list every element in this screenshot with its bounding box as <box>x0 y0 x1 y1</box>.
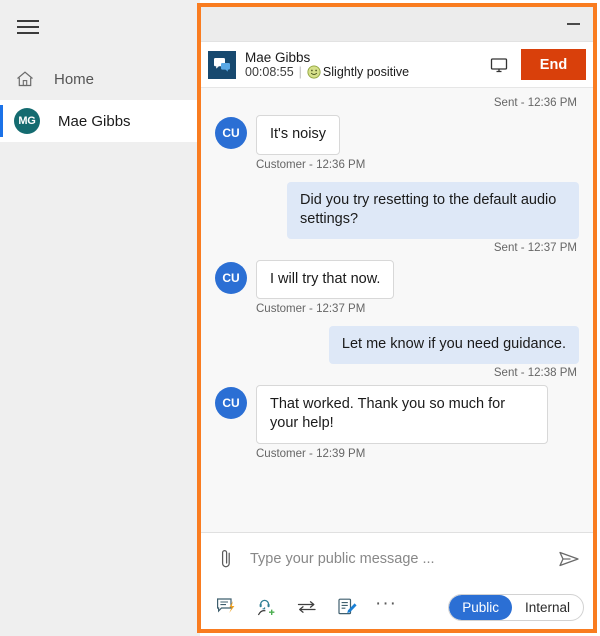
monitor-icon[interactable] <box>477 43 521 87</box>
sentiment-badge: Slightly positive <box>307 65 409 79</box>
quick-replies-icon[interactable] <box>215 595 239 619</box>
message-bubble: Let me know if you need guidance. <box>328 326 579 364</box>
visibility-toggle[interactable]: Public Internal <box>448 593 584 621</box>
home-icon <box>14 68 36 90</box>
header-actions: End <box>477 43 593 87</box>
avatar: CU <box>215 117 247 149</box>
toggle-option-public[interactable]: Public <box>449 594 512 620</box>
chat-panel: Mae Gibbs 00:08:55 | Slightly positive E… <box>197 3 597 633</box>
message-row-incoming: CU It's noisy <box>215 115 579 155</box>
message-bubble: I will try that now. <box>256 259 395 300</box>
avatar: MG <box>14 108 40 134</box>
composer: ··· Public Internal <box>201 532 593 629</box>
divider: | <box>298 65 302 80</box>
message-timestamp: Customer - 12:37 PM <box>256 303 366 316</box>
chat-bubbles-icon <box>208 50 236 79</box>
message-bubble: It's noisy <box>256 115 340 155</box>
paperclip-icon[interactable] <box>212 545 240 573</box>
conversation-timer: 00:08:55 <box>245 65 294 80</box>
more-options-icon[interactable]: ··· <box>375 594 397 615</box>
message-timestamp: Sent - 12:38 PM <box>493 366 577 379</box>
send-icon[interactable] <box>555 545 583 573</box>
message-timestamp: Sent - 12:37 PM <box>493 241 577 254</box>
minimize-icon[interactable] <box>553 7 593 41</box>
notes-icon[interactable] <box>335 595 359 619</box>
transfer-icon[interactable] <box>295 595 319 619</box>
sidebar-item-label: Home <box>54 70 95 88</box>
message-row-incoming: CU That worked. Thank you so much for yo… <box>215 384 579 444</box>
sidebar-item-label: Mae Gibbs <box>58 112 131 130</box>
message-row-outgoing: Let me know if you need guidance. <box>215 326 579 364</box>
avatar: CU <box>215 261 247 294</box>
customer-name: Mae Gibbs <box>245 49 311 65</box>
sidebar-item-home[interactable]: Home <box>0 58 200 100</box>
message-bubble: That worked. Thank you so much for your … <box>256 384 548 444</box>
sentiment-label: Slightly positive <box>322 65 410 80</box>
message-timestamp: Customer - 12:36 PM <box>256 158 366 171</box>
message-timestamp: Customer - 12:39 PM <box>256 447 366 460</box>
message-bubble: Did you try resetting to the default aud… <box>287 181 579 239</box>
sidebar-item-mae-gibbs[interactable]: MG Mae Gibbs <box>0 100 200 142</box>
conversation-header: Mae Gibbs 00:08:55 | Slightly positive E… <box>201 42 593 88</box>
toggle-option-internal[interactable]: Internal <box>512 595 583 620</box>
message-input[interactable] <box>250 551 545 567</box>
conversation-meta: Mae Gibbs 00:08:55 | Slightly positive <box>245 50 468 79</box>
composer-input-row <box>201 533 593 585</box>
titlebar <box>201 7 593 42</box>
sidebar: Home MG Mae Gibbs <box>0 0 200 636</box>
message-row-outgoing: Did you try resetting to the default aud… <box>215 181 579 239</box>
smiley-face-icon <box>307 65 321 79</box>
add-agent-icon[interactable] <box>255 595 279 619</box>
app-root: Home MG Mae Gibbs Mae Gibbs 00:08:55 | S… <box>0 0 600 636</box>
avatar: CU <box>215 386 247 419</box>
message-timestamp: Sent - 12:36 PM <box>493 97 577 109</box>
message-list[interactable]: Sent - 12:36 PM CU It's noisy Customer -… <box>201 88 593 532</box>
composer-tool-row: ··· Public Internal <box>201 585 593 629</box>
conversation-status: 00:08:55 | Slightly positive <box>245 65 468 79</box>
end-button[interactable]: End <box>521 49 586 80</box>
message-row-incoming: CU I will try that now. <box>215 259 579 300</box>
hamburger-icon[interactable] <box>4 6 52 48</box>
